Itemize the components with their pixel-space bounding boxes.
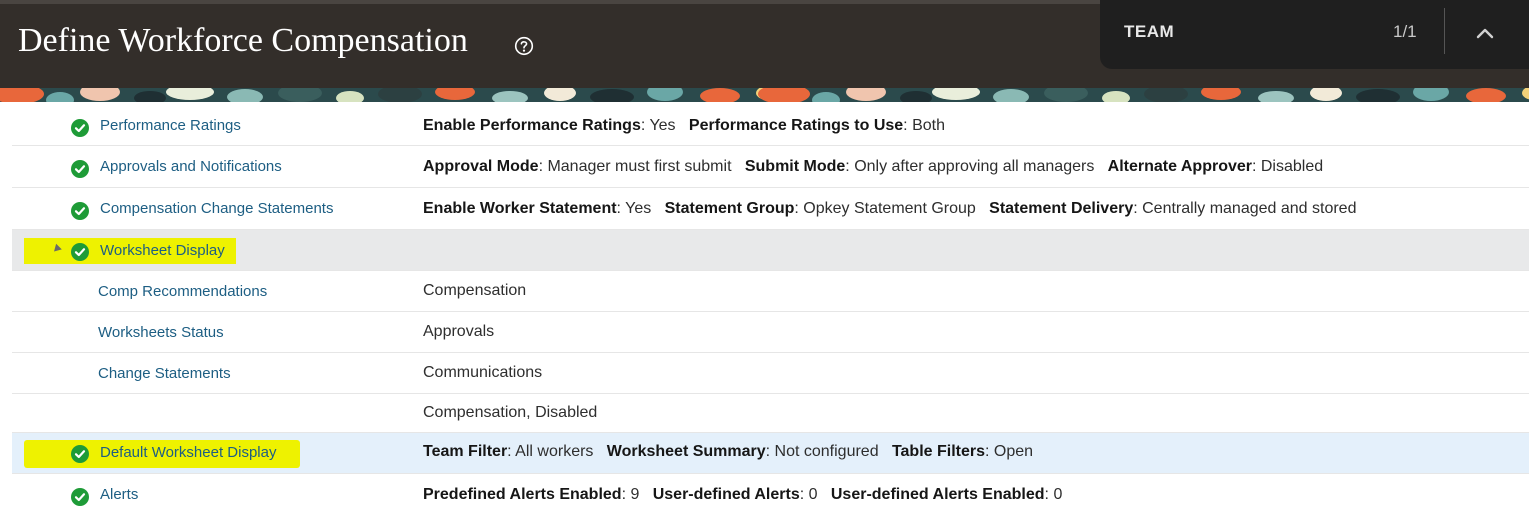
section-link-alerts[interactable]: Alerts <box>100 486 138 503</box>
sublink-change-statements[interactable]: Change Statements <box>98 365 231 382</box>
section-link-default-worksheet-display[interactable]: Default Worksheet Display <box>100 444 276 461</box>
row-value: Compensation <box>423 282 527 299</box>
row-details: Enable Worker Statement: Yes Statement G… <box>423 200 1356 218</box>
detail-value: : Open <box>985 443 1034 460</box>
section-link-worksheet-display[interactable]: Worksheet Display <box>100 242 225 259</box>
header-banner-image <box>0 88 1529 102</box>
detail-value: : Yes <box>616 200 652 217</box>
section-link-approvals-and-notifications[interactable]: Approvals and Notifications <box>100 158 282 175</box>
detail-key: User-defined Alerts Enabled <box>830 486 1045 503</box>
row-details: Team Filter: All workers Worksheet Summa… <box>423 443 1033 461</box>
table-row: Performance Ratings Enable Performance R… <box>12 104 1529 146</box>
table-row: Approvals and Notifications Approval Mod… <box>12 146 1529 188</box>
check-circle-icon <box>71 445 89 463</box>
detail-value: : Both <box>903 117 945 134</box>
detail-key: Enable Worker Statement <box>423 200 617 217</box>
configuration-table: Performance Ratings Enable Performance R… <box>12 104 1529 514</box>
table-row: Alerts Predefined Alerts Enabled: 9 User… <box>12 474 1529 514</box>
detail-key: Enable Performance Ratings <box>423 117 641 134</box>
detail-key: Statement Delivery <box>989 200 1134 217</box>
find-match-count: 1/1 <box>1393 22 1417 41</box>
detail-key: Submit Mode <box>744 158 846 175</box>
table-row-selected[interactable]: Worksheet Display <box>12 230 1529 271</box>
table-row: Compensation, Disabled <box>12 394 1529 433</box>
check-circle-icon <box>71 160 89 178</box>
help-icon[interactable] <box>514 36 534 56</box>
page-title: Define Workforce Compensation <box>18 22 468 59</box>
detail-value: : Yes <box>640 117 676 134</box>
check-circle-icon <box>71 488 89 506</box>
detail-value: : Opkey Statement Group <box>794 200 976 217</box>
check-circle-icon <box>71 243 89 261</box>
detail-key: Statement Group <box>664 200 795 217</box>
sublink-worksheets-status[interactable]: Worksheets Status <box>98 324 224 341</box>
detail-key: Team Filter <box>423 443 508 460</box>
detail-key: Approval Mode <box>423 158 539 175</box>
sublink-comp-recommendations[interactable]: Comp Recommendations <box>98 283 267 300</box>
table-row-hovered[interactable]: Default Worksheet Display Team Filter: A… <box>12 433 1529 474</box>
row-details: Approval Mode: Manager must first submit… <box>423 158 1323 176</box>
detail-key: User-defined Alerts <box>652 486 800 503</box>
find-search-term[interactable]: TEAM <box>1124 22 1174 42</box>
row-value: Communications <box>423 364 543 381</box>
detail-key: Worksheet Summary <box>606 443 766 460</box>
row-value: Approvals <box>423 323 495 340</box>
row-value: Compensation, Disabled <box>423 404 598 421</box>
detail-value: : Disabled <box>1251 158 1324 175</box>
chevron-up-icon[interactable] <box>1468 18 1502 48</box>
row-details: Enable Performance Ratings: Yes Performa… <box>423 117 945 135</box>
table-row: Change Statements Communications <box>12 353 1529 394</box>
detail-value: : All workers <box>507 443 594 460</box>
detail-value: : Not configured <box>765 443 879 460</box>
detail-value: : Only after approving all managers <box>845 158 1095 175</box>
detail-value: : 9 <box>621 486 640 503</box>
table-row: Compensation Change Statements Enable Wo… <box>12 188 1529 230</box>
detail-key: Table Filters <box>891 443 985 460</box>
detail-key: Predefined Alerts Enabled <box>423 486 622 503</box>
detail-value: : 0 <box>799 486 818 503</box>
detail-key: Performance Ratings to Use <box>688 117 904 134</box>
table-row: Comp Recommendations Compensation <box>12 271 1529 312</box>
find-in-page-bar: TEAM 1/1 <box>1100 0 1529 69</box>
detail-value: : 0 <box>1044 486 1063 503</box>
table-row: Worksheets Status Approvals <box>12 312 1529 353</box>
check-circle-icon <box>71 202 89 220</box>
detail-key: Alternate Approver <box>1107 158 1252 175</box>
find-divider <box>1444 8 1445 54</box>
detail-value: : Centrally managed and stored <box>1133 200 1357 217</box>
section-link-performance-ratings[interactable]: Performance Ratings <box>100 117 241 134</box>
check-circle-icon <box>71 119 89 137</box>
row-details: Predefined Alerts Enabled: 9 User-define… <box>423 486 1062 504</box>
section-link-compensation-change-statements[interactable]: Compensation Change Statements <box>100 200 333 217</box>
detail-value: : Manager must first submit <box>538 158 732 175</box>
